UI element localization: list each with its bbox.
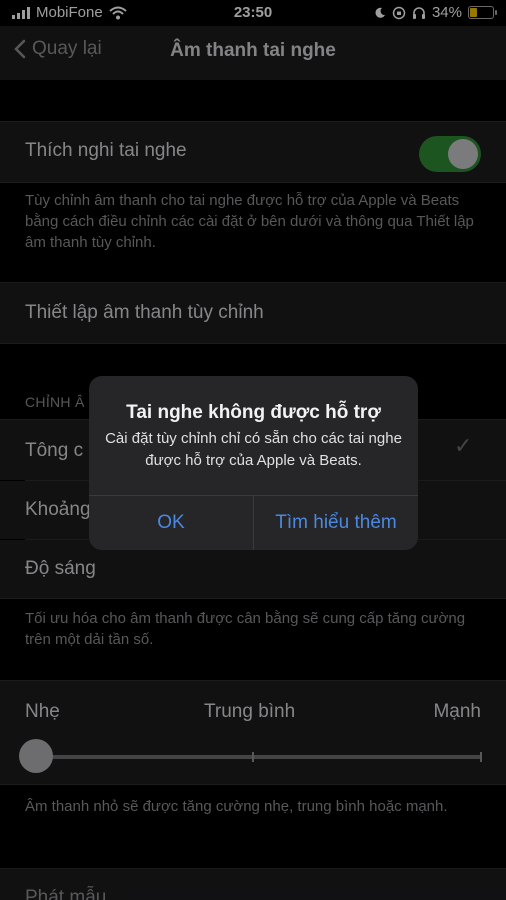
- alert-message: Cài đặt tùy chỉnh chỉ có sẵn cho các tai…: [105, 430, 402, 469]
- alert-learn-more-button[interactable]: Tìm hiểu thêm: [254, 496, 418, 550]
- alert-ok-button[interactable]: OK: [89, 496, 253, 550]
- screen: MobiFone 23:50 34% Quay lại Âm thanh tai…: [0, 0, 506, 900]
- alert-dialog: Tai nghe không được hỗ trợ Cài đặt tùy c…: [89, 376, 418, 550]
- alert-title: Tai nghe không được hỗ trợ: [126, 402, 381, 423]
